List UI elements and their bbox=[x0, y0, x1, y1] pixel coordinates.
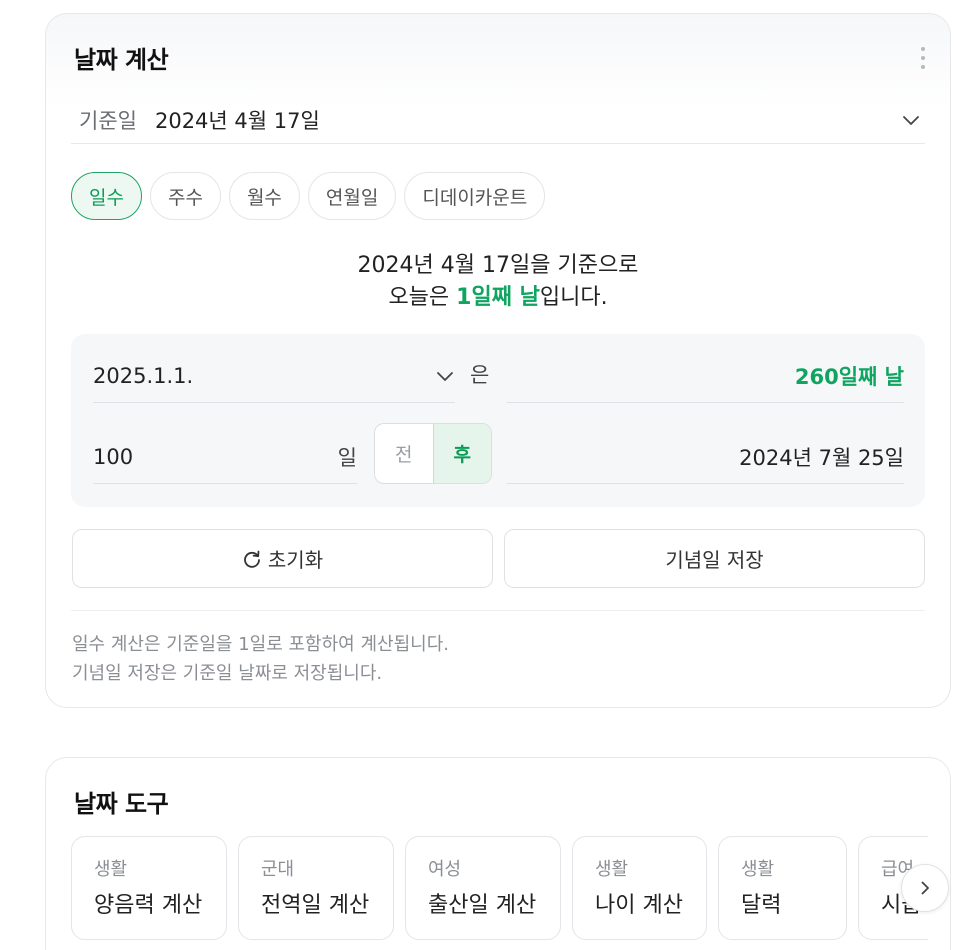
summary-prefix: 오늘은 bbox=[388, 285, 457, 310]
tool-category: 여성 bbox=[428, 859, 462, 880]
target-date-value: 2025.1.1. bbox=[93, 363, 194, 388]
date-tools-card: 날짜 도구 생활 양음력 계산 군대 전역일 계산 여성 출산일 계산 생활 나… bbox=[45, 757, 951, 950]
days-value: 100 bbox=[93, 445, 134, 469]
more-vertical-icon[interactable] bbox=[920, 47, 926, 69]
tab-months[interactable]: 월수 bbox=[228, 172, 300, 220]
next-tools-button[interactable] bbox=[901, 864, 949, 912]
result-summary: 2024년 4월 17일을 기준으로 오늘은 1일째 날입니다. bbox=[46, 250, 950, 314]
tool-category: 생활 bbox=[94, 859, 128, 880]
chevron-down-icon bbox=[901, 110, 921, 130]
particle-label: 은 bbox=[470, 363, 490, 387]
tab-weeks[interactable]: 주수 bbox=[149, 172, 221, 220]
tab-dday-count[interactable]: 디데이카운트 bbox=[404, 172, 546, 220]
base-date-value: 2024년 4월 17일 bbox=[154, 108, 320, 133]
tool-due-date-calc[interactable]: 여성 출산일 계산 bbox=[405, 836, 561, 940]
before-button[interactable]: 전 bbox=[375, 424, 433, 483]
before-after-toggle: 전 후 bbox=[374, 423, 492, 484]
base-date-select[interactable]: 기준일 2024년 4월 17일 bbox=[71, 96, 925, 144]
reset-button[interactable]: 초기화 bbox=[72, 529, 493, 588]
reset-label: 초기화 bbox=[267, 548, 324, 572]
chevron-right-icon bbox=[916, 879, 934, 897]
summary-highlight: 1일째 날 bbox=[456, 285, 540, 310]
tab-days[interactable]: 일수 bbox=[71, 172, 142, 220]
refresh-icon bbox=[242, 549, 262, 569]
date-result-value: 260일째 날 bbox=[507, 349, 904, 403]
base-date-label: 기준일 bbox=[79, 108, 137, 133]
save-anniversary-button[interactable]: 기념일 저장 bbox=[504, 529, 925, 588]
calc-input-box: 2025.1.1. 은 260일째 날 100 일 전 후 2024년 7월 2… bbox=[71, 334, 925, 507]
card-title: 날짜 계산 bbox=[74, 46, 169, 74]
tool-name: 양음력 계산 bbox=[94, 893, 203, 918]
tool-name: 나이 계산 bbox=[595, 893, 683, 918]
tool-calendar[interactable]: 생활 달력 bbox=[718, 836, 847, 940]
summary-line-1: 2024년 4월 17일을 기준으로 bbox=[357, 253, 639, 278]
summary-line-2: 오늘은 1일째 날입니다. bbox=[46, 282, 950, 314]
tools-list: 생활 양음력 계산 군대 전역일 계산 여성 출산일 계산 생활 나이 계산 생… bbox=[71, 836, 928, 940]
target-date-select[interactable]: 2025.1.1. bbox=[93, 349, 455, 403]
after-date-result: 2024년 7월 25일 bbox=[507, 431, 904, 484]
after-button[interactable]: 후 bbox=[432, 424, 491, 483]
tool-name: 달력 bbox=[741, 893, 782, 918]
note-1: 일수 계산은 기준일을 1일로 포함하여 계산됩니다. bbox=[72, 634, 449, 655]
chevron-down-icon bbox=[435, 366, 455, 386]
date-calc-card: 날짜 계산 기준일 2024년 4월 17일 일수 주수 월수 연월일 디데이카… bbox=[45, 13, 951, 708]
tool-name: 전역일 계산 bbox=[261, 893, 370, 918]
tool-lunar-calc[interactable]: 생활 양음력 계산 bbox=[71, 836, 227, 940]
days-unit: 일 bbox=[337, 446, 357, 470]
tab-ymd[interactable]: 연월일 bbox=[307, 172, 397, 220]
summary-suffix: 입니다. bbox=[539, 285, 608, 310]
tool-category: 생활 bbox=[741, 859, 775, 880]
tool-category: 생활 bbox=[595, 859, 629, 880]
tool-discharge-calc[interactable]: 군대 전역일 계산 bbox=[238, 836, 394, 940]
tool-category: 군대 bbox=[261, 859, 295, 880]
note-2: 기념일 저장은 기준일 날짜로 저장됩니다. bbox=[72, 663, 383, 684]
days-input[interactable]: 100 일 bbox=[93, 431, 357, 484]
tool-name: 출산일 계산 bbox=[428, 893, 537, 918]
tool-age-calc[interactable]: 생활 나이 계산 bbox=[572, 836, 707, 940]
notes: 일수 계산은 기준일을 1일로 포함하여 계산됩니다. 기념일 저장은 기준일 … bbox=[72, 630, 449, 688]
card-title: 날짜 도구 bbox=[74, 790, 169, 818]
divider bbox=[71, 610, 925, 611]
calc-mode-tabs: 일수 주수 월수 연월일 디데이카운트 bbox=[71, 172, 546, 220]
